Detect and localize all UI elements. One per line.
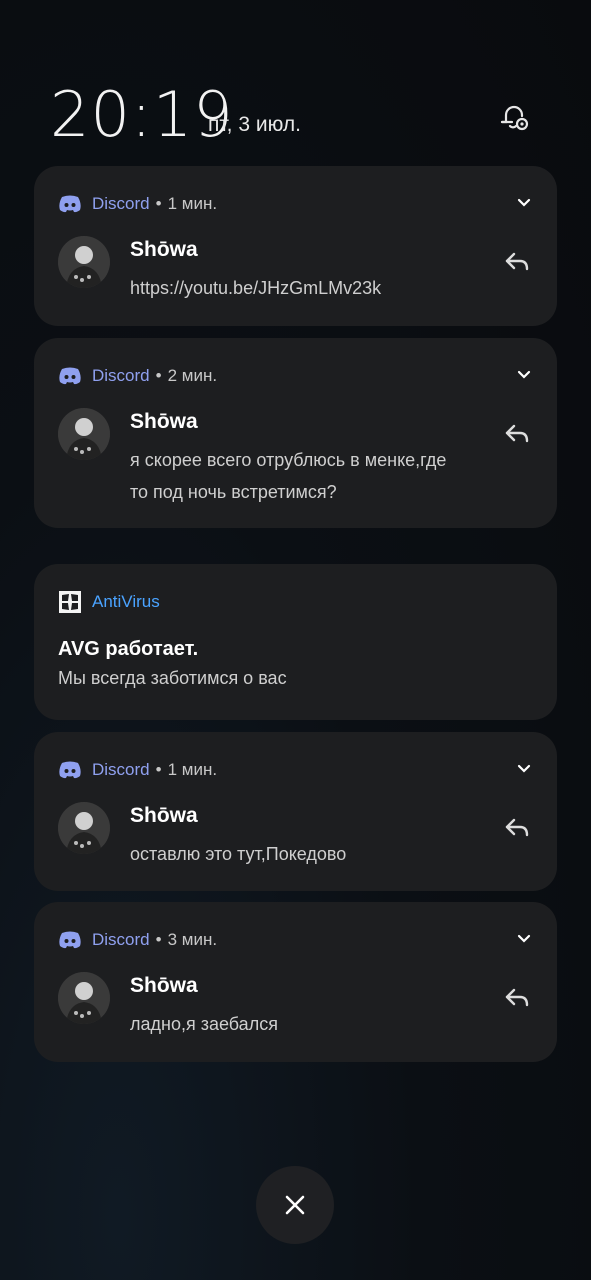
chevron-down-icon[interactable] xyxy=(517,762,531,776)
avatar xyxy=(58,408,110,460)
discord-icon xyxy=(59,195,81,213)
avatar xyxy=(58,972,110,1024)
notification-sender: Shōwa xyxy=(130,410,198,433)
notification-time: 1 мин. xyxy=(167,194,218,213)
notification-header: Discord • 2 мин. xyxy=(58,364,217,388)
notification-sender: Shōwa xyxy=(130,974,198,997)
notification-app-name: AntiVirus xyxy=(92,592,160,611)
notification-app-name: Discord xyxy=(92,194,150,213)
chevron-down-icon[interactable] xyxy=(517,196,531,210)
notification-header: AntiVirus xyxy=(58,590,160,614)
notification-message: Мы всегда заботимся о вас xyxy=(58,668,287,688)
reply-icon[interactable] xyxy=(503,984,531,1012)
discord-icon xyxy=(59,367,81,385)
avatar xyxy=(58,236,110,288)
notification-card-antivirus[interactable]: AntiVirus AVG работает. Мы всегда заботи… xyxy=(34,564,557,720)
notification-sender: Shōwa xyxy=(130,804,198,827)
notification-sender: Shōwa xyxy=(130,238,198,261)
notification-header: Discord • 1 мин. xyxy=(58,192,217,216)
separator-dot: • xyxy=(155,760,162,779)
notification-title: AVG работает. xyxy=(58,638,199,660)
clear-all-button[interactable] xyxy=(256,1166,334,1244)
notification-app-name: Discord xyxy=(92,930,150,949)
notification-header: Discord • 1 мин. xyxy=(58,758,217,782)
lockscreen-clock: 20:19 xyxy=(50,78,234,151)
notification-card-discord[interactable]: Discord • 1 мин. Shōwa оставлю это тут,П… xyxy=(34,732,557,891)
reply-icon[interactable] xyxy=(503,420,531,448)
discord-icon xyxy=(59,761,81,779)
notification-card-discord[interactable]: Discord • 1 мин. Shōwa https://youtu.be/… xyxy=(34,166,557,326)
notification-message: я скорее всего отрублюсь в менке,где то … xyxy=(130,450,447,502)
lockscreen-date: пт, 3 июл. xyxy=(208,113,301,136)
notification-message: ладно,я заебался xyxy=(130,1014,278,1034)
notification-card-discord[interactable]: Discord • 2 мин. Shōwa я скорее всего от… xyxy=(34,338,557,528)
separator-dot: • xyxy=(155,194,162,213)
notification-message: оставлю это тут,Покедово xyxy=(130,844,347,864)
notification-header: Discord • 3 мин. xyxy=(58,928,217,952)
close-icon xyxy=(285,1195,305,1215)
avatar xyxy=(58,802,110,854)
notification-time: 2 мин. xyxy=(167,366,218,385)
notification-message: https://youtu.be/JHzGmLMv23k xyxy=(130,278,382,298)
reply-icon[interactable] xyxy=(503,248,531,276)
notification-time: 1 мин. xyxy=(167,760,218,779)
notification-app-name: Discord xyxy=(92,366,150,385)
notification-card-discord[interactable]: Discord • 3 мин. Shōwa ладно,я заебался xyxy=(34,902,557,1062)
antivirus-icon xyxy=(59,591,81,613)
reply-icon[interactable] xyxy=(503,814,531,842)
notification-settings-icon[interactable] xyxy=(496,100,532,136)
notification-app-name: Discord xyxy=(92,760,150,779)
separator-dot: • xyxy=(155,930,162,949)
chevron-down-icon[interactable] xyxy=(517,368,531,382)
chevron-down-icon[interactable] xyxy=(517,932,531,946)
separator-dot: • xyxy=(155,366,162,385)
notification-time: 3 мин. xyxy=(167,930,218,949)
discord-icon xyxy=(59,931,81,949)
